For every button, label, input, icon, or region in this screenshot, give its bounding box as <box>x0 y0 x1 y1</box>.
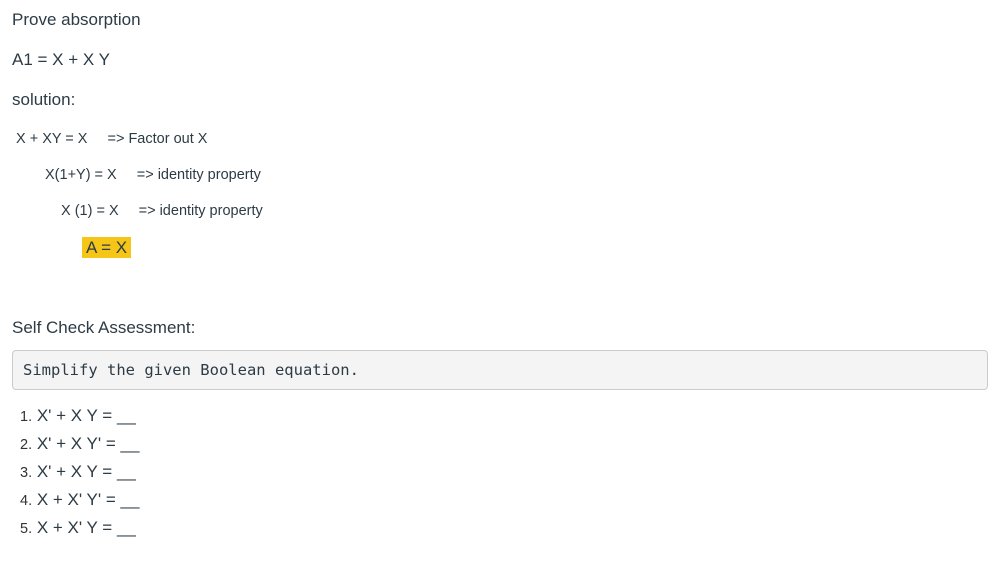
solution-step: X + XY = X => Factor out X <box>16 131 207 147</box>
question-item: 2. X' + X Y' = __ <box>20 434 140 453</box>
instruction-code-block: Simplify the given Boolean equation. <box>12 350 988 390</box>
highlighted-result: A = X <box>82 237 132 258</box>
question-item: 5. X + X' Y = __ <box>20 518 136 537</box>
result: A = X <box>82 237 132 258</box>
instruction-text: Simplify the given Boolean equation. <box>23 361 359 379</box>
step-expression: X + XY = X <box>16 131 88 147</box>
step-expression: X (1) = X <box>61 203 119 219</box>
question-item: 4. X + X' Y' = __ <box>20 490 140 509</box>
step-note: => identity property <box>136 167 261 183</box>
step-expression: X(1+Y) = X <box>45 167 117 183</box>
step-note: => Factor out X <box>107 131 208 147</box>
solution-label: solution: <box>12 90 76 109</box>
page-title: Prove absorption <box>12 10 141 29</box>
question-item: 1. X' + X Y = __ <box>20 406 136 425</box>
question-item: 3. X' + X Y = __ <box>20 462 136 481</box>
solution-step: X(1+Y) = X => identity property <box>45 167 261 183</box>
step-note: => identity property <box>138 203 263 219</box>
solution-step: X (1) = X => identity property <box>61 203 263 219</box>
self-check-heading: Self Check Assessment: <box>12 318 196 337</box>
equation: A1 = X + X Y <box>12 50 110 69</box>
